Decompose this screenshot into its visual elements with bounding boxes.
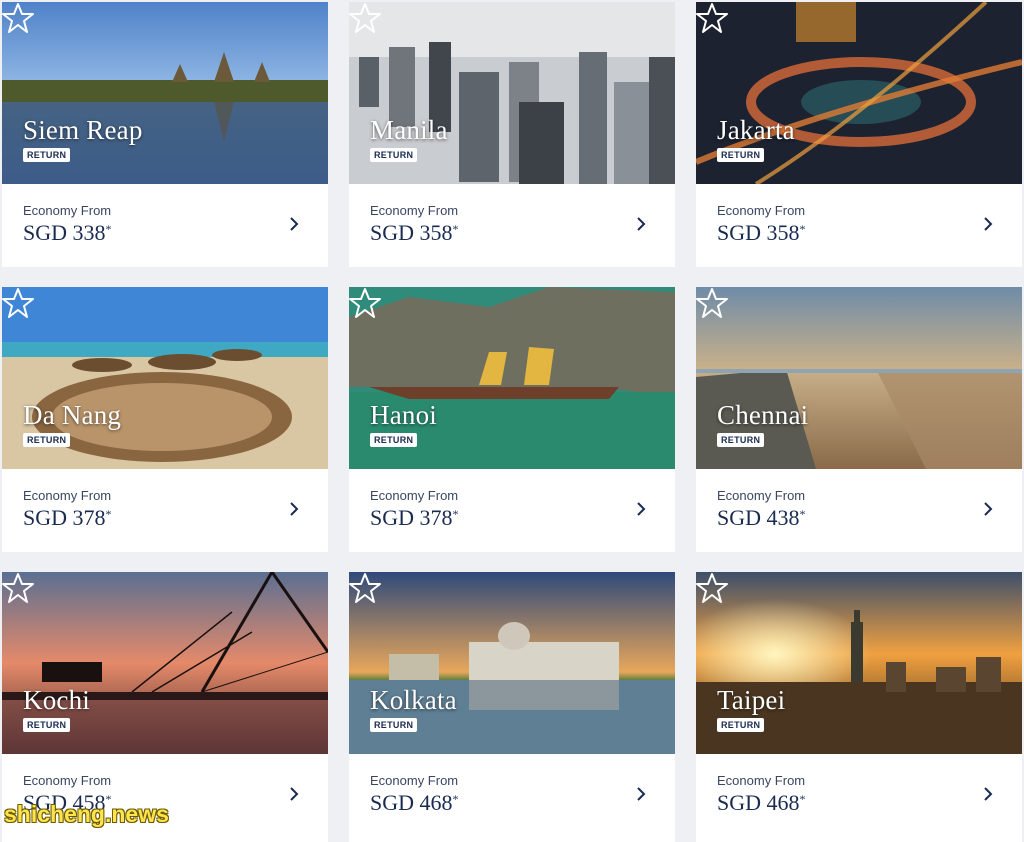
fare-price: SGD 378* xyxy=(370,505,459,530)
destination-photo: Chennai RETURN xyxy=(696,287,1022,469)
fare-price: SGD 338* xyxy=(23,220,112,245)
destination-photo: Hanoi RETURN xyxy=(349,287,675,469)
destination-photo: Taipei RETURN xyxy=(696,572,1022,754)
chevron-right-icon[interactable] xyxy=(982,500,994,518)
city-name: Manila xyxy=(370,115,448,145)
economy-from-label: Economy From xyxy=(23,203,112,218)
destination-card[interactable]: Jakarta RETURN Economy From SGD 358* xyxy=(696,2,1022,267)
chevron-right-icon[interactable] xyxy=(635,500,647,518)
return-badge: RETURN xyxy=(717,718,765,732)
economy-from-label: Economy From xyxy=(370,488,459,503)
star-outline-icon[interactable] xyxy=(696,572,728,604)
destination-card[interactable]: Chennai RETURN Economy From SGD 438* xyxy=(696,287,1022,552)
star-outline-icon[interactable] xyxy=(2,287,34,319)
city-name: Hanoi xyxy=(370,400,437,430)
city-name: Chennai xyxy=(717,400,809,430)
destination-photo: Kochi RETURN xyxy=(2,572,328,754)
watermark-text: shicheng.news xyxy=(4,801,169,827)
star-outline-icon[interactable] xyxy=(349,2,381,34)
city-name: Taipei xyxy=(717,685,786,715)
star-outline-icon[interactable] xyxy=(2,572,34,604)
destination-photo: Jakarta RETURN xyxy=(696,2,1022,184)
destination-card[interactable]: Manila RETURN Economy From SGD 358* xyxy=(349,2,675,267)
star-outline-icon[interactable] xyxy=(349,287,381,319)
chevron-right-icon[interactable] xyxy=(288,215,300,233)
economy-from-label: Economy From xyxy=(717,203,806,218)
return-badge: RETURN xyxy=(717,433,765,447)
fare-price: SGD 358* xyxy=(370,220,459,245)
economy-from-label: Economy From xyxy=(23,488,112,503)
destination-card[interactable]: Hanoi RETURN Economy From SGD 378* xyxy=(349,287,675,552)
destination-card[interactable]: Kolkata RETURN Economy From SGD 468* xyxy=(349,572,675,842)
fare-price: SGD 468* xyxy=(717,790,806,815)
return-badge: RETURN xyxy=(717,148,765,162)
chevron-right-icon[interactable] xyxy=(288,500,300,518)
fare-price: SGD 378* xyxy=(23,505,112,530)
destination-photo: Da Nang RETURN xyxy=(2,287,328,469)
economy-from-label: Economy From xyxy=(370,203,459,218)
economy-from-label: Economy From xyxy=(23,773,112,788)
destination-card[interactable]: Da Nang RETURN Economy From SGD 378* xyxy=(2,287,328,552)
chevron-right-icon[interactable] xyxy=(635,215,647,233)
city-name: Kochi xyxy=(23,685,90,715)
fare-price: SGD 438* xyxy=(717,505,806,530)
fare-price: SGD 468* xyxy=(370,790,459,815)
star-outline-icon[interactable] xyxy=(349,572,381,604)
economy-from-label: Economy From xyxy=(717,773,806,788)
chevron-right-icon[interactable] xyxy=(982,785,994,803)
star-outline-icon[interactable] xyxy=(696,2,728,34)
chevron-right-icon[interactable] xyxy=(288,785,300,803)
return-badge: RETURN xyxy=(23,148,71,162)
return-badge: RETURN xyxy=(23,433,71,447)
destination-photo: Manila RETURN xyxy=(349,2,675,184)
destination-photo: Kolkata RETURN xyxy=(349,572,675,754)
return-badge: RETURN xyxy=(370,433,418,447)
destination-grid: Siem Reap RETURN Economy From SGD 338* M… xyxy=(2,2,1022,842)
chevron-right-icon[interactable] xyxy=(982,215,994,233)
economy-from-label: Economy From xyxy=(717,488,806,503)
economy-from-label: Economy From xyxy=(370,773,459,788)
destination-card[interactable]: Taipei RETURN Economy From SGD 468* xyxy=(696,572,1022,842)
destination-photo: Siem Reap RETURN xyxy=(2,2,328,184)
city-name: Kolkata xyxy=(370,685,457,715)
destination-card[interactable]: Siem Reap RETURN Economy From SGD 338* xyxy=(2,2,328,267)
fare-price: SGD 358* xyxy=(717,220,806,245)
city-name: Jakarta xyxy=(717,115,795,145)
return-badge: RETURN xyxy=(23,718,71,732)
star-outline-icon[interactable] xyxy=(696,287,728,319)
chevron-right-icon[interactable] xyxy=(635,785,647,803)
return-badge: RETURN xyxy=(370,148,418,162)
city-name: Siem Reap xyxy=(23,115,143,145)
star-outline-icon[interactable] xyxy=(2,2,34,34)
city-name: Da Nang xyxy=(23,400,122,430)
return-badge: RETURN xyxy=(370,718,418,732)
